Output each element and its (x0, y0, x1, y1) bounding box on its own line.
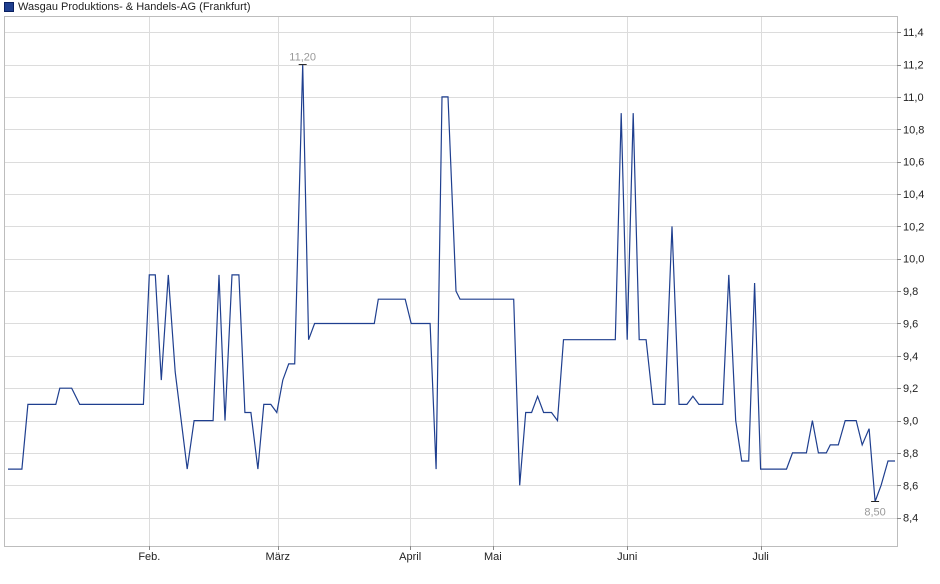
x-tick-label: Mai (484, 551, 502, 563)
y-tick-label: 11,0 (903, 92, 924, 104)
x-tick-label: Juli (752, 551, 769, 563)
y-tick-label: 8,4 (903, 513, 918, 525)
x-tick-label: März (266, 551, 290, 563)
y-tick-label: 9,4 (903, 351, 918, 363)
extreme-label: 8,50 (864, 506, 885, 518)
y-tick-label: 8,8 (903, 448, 918, 460)
y-tick-label: 10,2 (903, 221, 924, 233)
y-tick-label: 10,8 (903, 124, 924, 136)
y-tick-label: 10,0 (903, 254, 924, 266)
y-tick-label: 10,6 (903, 157, 924, 169)
x-tick-label: April (399, 551, 421, 563)
x-tick-label: Juni (617, 551, 637, 563)
y-tick-label: 10,4 (903, 189, 924, 201)
y-tick-label: 9,2 (903, 383, 918, 395)
legend-label: Wasgau Produktions- & Handels-AG (Frankf… (18, 1, 251, 13)
y-tick-label: 11,2 (903, 60, 924, 72)
chart: Wasgau Produktions- & Handels-AG (Frankf… (0, 0, 940, 579)
plot-frame (4, 16, 898, 547)
y-tick-label: 9,0 (903, 416, 918, 428)
chart-svg: 8,4 8,6 8,8 9,0 9,2 9,4 9,6 9,8 10,0 10,2 10,4 10,6… (4, 16, 924, 563)
x-tick-label: Feb. (138, 551, 160, 563)
y-tick-label: 9,6 (903, 318, 918, 330)
legend: Wasgau Produktions- & Handels-AG (Frankf… (4, 0, 251, 14)
y-tick-label: 8,6 (903, 480, 918, 492)
y-tick-label: 9,8 (903, 286, 918, 298)
y-tick-label: 11,4 (903, 27, 924, 39)
extreme-label: 11,20 (289, 52, 316, 64)
legend-swatch (4, 2, 14, 12)
